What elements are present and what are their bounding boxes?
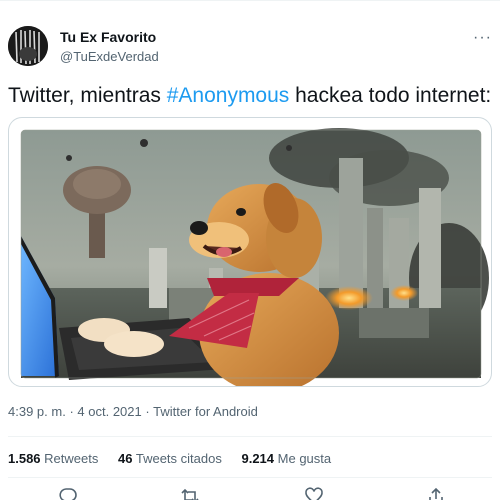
author-handle[interactable]: @TuExdeVerdad <box>60 49 159 64</box>
top-divider <box>0 0 500 1</box>
media-image <box>20 128 489 386</box>
tweet-actions <box>8 486 492 500</box>
quotes-stat[interactable]: 46 Tweets citados <box>118 451 222 466</box>
divider <box>8 477 492 478</box>
heart-icon[interactable] <box>304 486 324 500</box>
divider <box>8 436 492 437</box>
tweet-meta: 4:39 p. m. · 4 oct. 2021 · Twitter for A… <box>8 404 258 419</box>
likes-count: 9.214 <box>241 451 275 466</box>
author-name[interactable]: Tu Ex Favorito <box>60 29 156 45</box>
avatar[interactable] <box>8 26 48 66</box>
tweet-text-after: hackea todo internet: <box>289 84 492 107</box>
retweets-stat[interactable]: 1.586 Retweets <box>8 451 98 466</box>
tweet-stats: 1.586 Retweets 46 Tweets citados 9.214 M… <box>8 451 347 466</box>
tweet-text: Twitter, mientras #Anonymous hackea todo… <box>8 83 492 109</box>
tweet-date[interactable]: 4 oct. 2021 <box>77 404 141 419</box>
likes-label: Me gusta <box>277 451 332 466</box>
reply-icon[interactable] <box>58 486 78 500</box>
retweets-label: Retweets <box>44 451 99 466</box>
share-icon[interactable] <box>426 486 446 500</box>
tweet-header: Tu Ex Favorito @TuExdeVerdad ··· <box>8 20 492 72</box>
tweet-source[interactable]: Twitter for Android <box>153 404 258 419</box>
tweet-meta-separator-2: · <box>145 404 150 419</box>
hashtag-link[interactable]: #Anonymous <box>167 84 290 107</box>
quotes-label: Tweets citados <box>135 451 222 466</box>
tweet-media[interactable] <box>8 117 492 387</box>
tweet-time[interactable]: 4:39 p. m. <box>8 404 66 419</box>
likes-stat[interactable]: 9.214 Me gusta <box>241 451 331 466</box>
retweets-count: 1.586 <box>8 451 41 466</box>
retweet-icon[interactable] <box>180 486 200 500</box>
tweet-meta-separator-1: · <box>69 404 74 419</box>
tweet-text-before: Twitter, mientras <box>8 84 167 107</box>
more-dots-icon[interactable]: ··· <box>473 29 492 47</box>
quotes-count: 46 <box>118 451 133 466</box>
avatar-image <box>8 26 48 66</box>
